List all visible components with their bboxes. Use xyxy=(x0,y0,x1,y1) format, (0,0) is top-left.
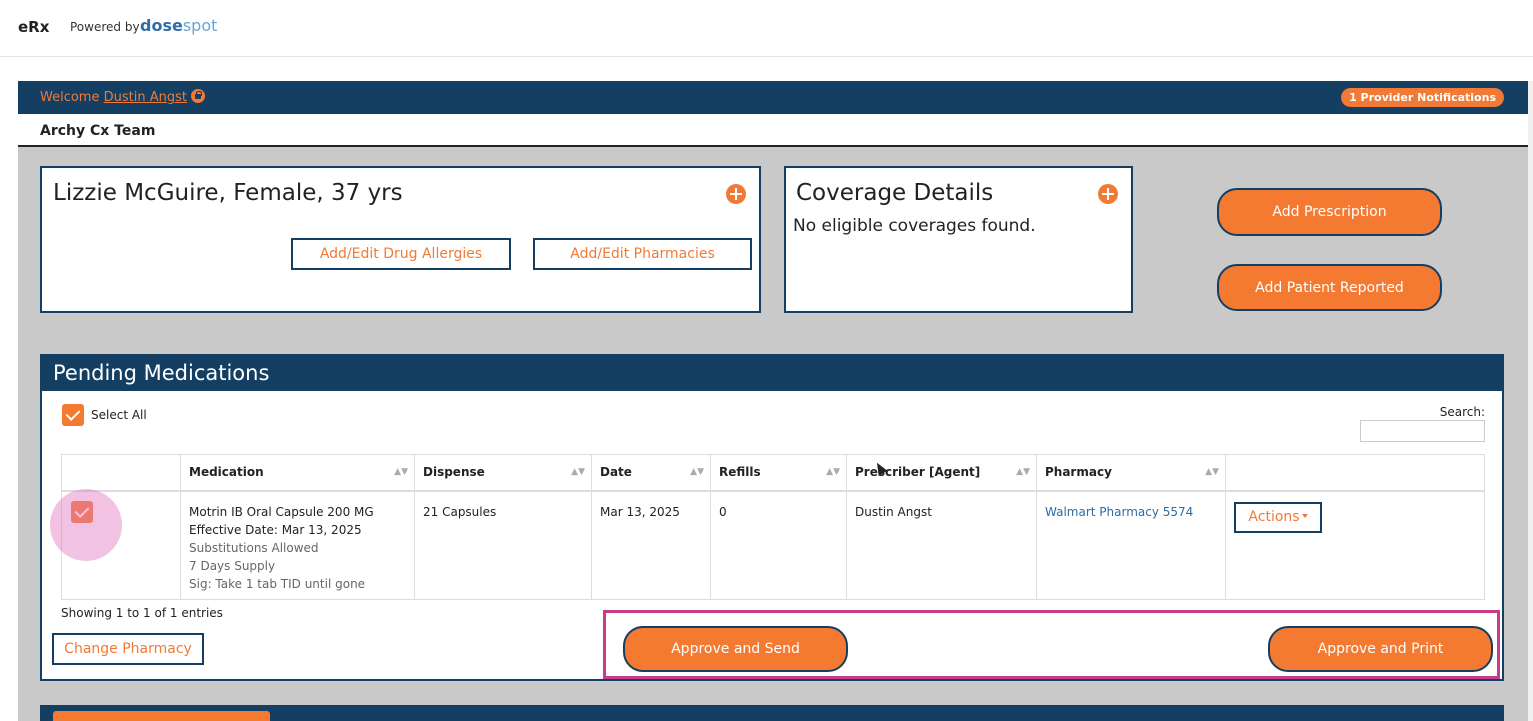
powered-by-text: Powered by xyxy=(70,20,140,34)
add-patient-reported-button[interactable]: Add Patient Reported xyxy=(1217,264,1442,311)
pending-medications-header: Pending Medications xyxy=(42,356,1502,391)
pending-medications-title: Pending Medications xyxy=(53,361,270,385)
approve-and-send-button[interactable]: Approve and Send xyxy=(623,626,848,672)
change-pharmacy-button[interactable]: Change Pharmacy xyxy=(52,633,204,665)
search-input[interactable] xyxy=(1360,420,1485,442)
coverage-status: No eligible coverages found. xyxy=(793,216,1036,236)
team-bar: Archy Cx Team xyxy=(18,114,1528,147)
select-all-label: Select All xyxy=(91,408,147,422)
sig: Sig: Take 1 tab TID until gone xyxy=(189,577,366,591)
select-all-checkbox[interactable] xyxy=(62,404,84,426)
add-edit-pharmacies-button[interactable]: Add/Edit Pharmacies xyxy=(533,238,752,270)
sort-icon: ▲▼ xyxy=(690,467,704,477)
effective-date: Effective Date: Mar 13, 2025 xyxy=(189,523,362,537)
provider-notifications-badge[interactable]: 1 Provider Notifications xyxy=(1341,88,1504,107)
next-panel-tab[interactable] xyxy=(53,711,270,721)
dispense-column-header[interactable]: Dispense ▲▼ xyxy=(415,455,592,492)
erx-frame: Welcome Dustin Angst 1 Provider Notifica… xyxy=(18,81,1528,721)
actions-column-header xyxy=(1226,455,1484,492)
sort-icon: ▲▼ xyxy=(571,467,585,477)
pharmacy-column-header[interactable]: Pharmacy ▲▼ xyxy=(1037,455,1226,492)
welcome-bar: Welcome Dustin Angst 1 Provider Notifica… xyxy=(18,81,1528,114)
next-panel-header xyxy=(40,705,1504,721)
add-prescription-button[interactable]: Add Prescription xyxy=(1217,188,1442,236)
medication-cell: Motrin IB Oral Capsule 200 MG Effective … xyxy=(181,492,415,600)
add-coverage-icon[interactable] xyxy=(1098,184,1118,204)
dosespot-logo: dosespot xyxy=(140,16,218,35)
refills-column-header[interactable]: Refills ▲▼ xyxy=(711,455,847,492)
table-info: Showing 1 to 1 of 1 entries xyxy=(61,606,223,620)
sort-icon: ▲▼ xyxy=(826,467,840,477)
caret-down-icon xyxy=(1301,514,1308,518)
sort-icon: ▲▼ xyxy=(1205,467,1219,477)
prescriber-column-header[interactable]: Prescriber [Agent] ▲▼ xyxy=(847,455,1037,492)
app-name: eRx xyxy=(18,18,50,36)
patient-name: Lizzie McGuire, Female, 37 yrs xyxy=(53,180,403,206)
top-bar: eRx Powered by dosespot xyxy=(0,0,1533,57)
add-patient-info-icon[interactable] xyxy=(726,184,746,204)
substitutions: Substitutions Allowed xyxy=(189,541,319,555)
refills-cell: 0 xyxy=(711,492,847,600)
dispense-cell: 21 Capsules xyxy=(415,492,592,600)
sort-icon: ▲▼ xyxy=(1016,467,1030,477)
pending-medications-table: Medication ▲▼ Dispense ▲▼ Date ▲▼ Refills ▲▼… xyxy=(61,454,1485,600)
pharmacy-link[interactable]: Walmart Pharmacy 5574 xyxy=(1045,505,1193,519)
select-column-header xyxy=(62,455,181,492)
medication-name: Motrin IB Oral Capsule 200 MG xyxy=(189,505,374,519)
lock-icon[interactable] xyxy=(190,89,205,103)
add-edit-drug-allergies-button[interactable]: Add/Edit Drug Allergies xyxy=(291,238,511,270)
days-supply: 7 Days Supply xyxy=(189,559,276,573)
date-column-header[interactable]: Date ▲▼ xyxy=(592,455,711,492)
actions-cell: Actions xyxy=(1226,492,1484,600)
team-name: Archy Cx Team xyxy=(40,123,156,139)
approve-and-print-button[interactable]: Approve and Print xyxy=(1268,626,1493,672)
welcome-text: Welcome Dustin Angst xyxy=(40,89,205,105)
sort-icon: ▲▼ xyxy=(394,467,408,477)
medication-column-header[interactable]: Medication ▲▼ xyxy=(181,455,415,492)
prescriber-cell: Dustin Angst xyxy=(847,492,1037,600)
coverage-title: Coverage Details xyxy=(796,180,994,206)
pending-medications-panel: Pending Medications Select All Search: M… xyxy=(40,354,1504,681)
user-name-link[interactable]: Dustin Angst xyxy=(104,90,187,105)
click-highlight xyxy=(50,489,122,561)
scrollbar[interactable] xyxy=(1528,81,1533,721)
pharmacy-cell: Walmart Pharmacy 5574 xyxy=(1037,492,1226,600)
date-cell: Mar 13, 2025 xyxy=(592,492,711,600)
coverage-card: Coverage Details No eligible coverages f… xyxy=(784,166,1133,313)
actions-dropdown-button[interactable]: Actions xyxy=(1234,502,1322,533)
search-label: Search: xyxy=(1439,405,1485,419)
patient-card: Lizzie McGuire, Female, 37 yrs Add/Edit … xyxy=(40,166,761,313)
